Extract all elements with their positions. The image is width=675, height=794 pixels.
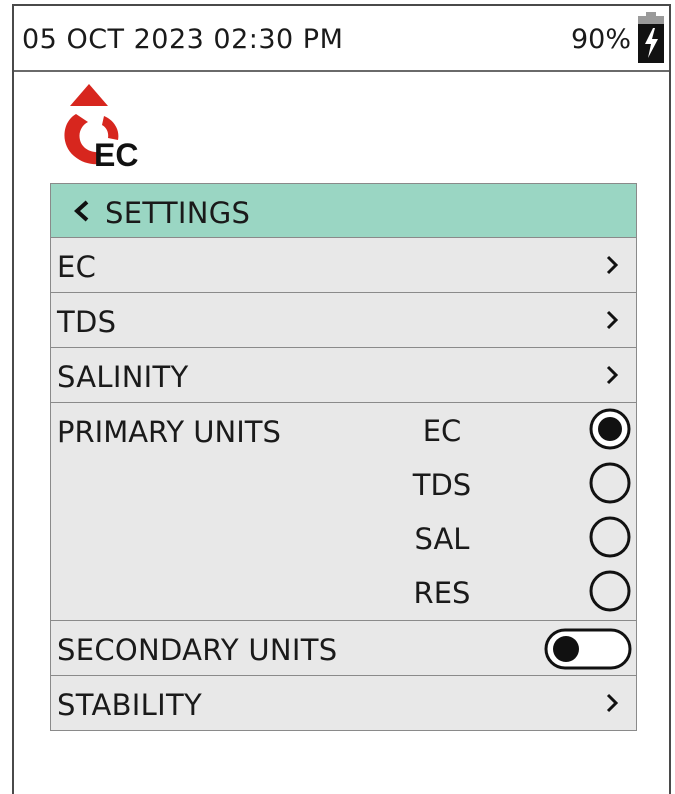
menu-item-label: SALINITY bbox=[57, 360, 189, 394]
primary-unit-option-ec[interactable]: EC bbox=[51, 403, 636, 457]
settings-header[interactable]: SETTINGS bbox=[50, 183, 637, 238]
menu-item-ec[interactable]: EC bbox=[50, 238, 637, 293]
menu-item-tds[interactable]: TDS bbox=[50, 293, 637, 348]
primary-unit-option-res[interactable]: RES bbox=[51, 565, 636, 619]
option-label: EC bbox=[422, 414, 462, 448]
logo-text: EC bbox=[94, 137, 138, 173]
status-bar: 05 OCT 2023 02:30 PM 90% bbox=[14, 6, 669, 72]
page-title: SETTINGS bbox=[105, 196, 251, 230]
settings-menu: SETTINGS EC TDS SALINITY PRIMARY UNITS E… bbox=[50, 183, 637, 731]
chevron-right-icon bbox=[606, 693, 619, 713]
radio-unselected-icon[interactable] bbox=[588, 461, 632, 505]
battery-charging-icon bbox=[638, 12, 664, 63]
chevron-right-icon bbox=[606, 255, 619, 275]
chevron-right-icon bbox=[606, 365, 619, 385]
menu-item-label: TDS bbox=[57, 305, 117, 339]
menu-item-label: STABILITY bbox=[57, 688, 202, 722]
menu-item-secondary-units: SECONDARY UNITS bbox=[50, 621, 637, 676]
menu-item-salinity[interactable]: SALINITY bbox=[50, 348, 637, 403]
radio-unselected-icon[interactable] bbox=[588, 515, 632, 559]
back-chevron-icon[interactable] bbox=[71, 198, 95, 224]
radio-unselected-icon[interactable] bbox=[588, 569, 632, 613]
device-screen: 05 OCT 2023 02:30 PM 90% EC SETTINGS EC … bbox=[12, 4, 671, 794]
primary-unit-option-sal[interactable]: SAL bbox=[51, 511, 636, 565]
primary-units-group: PRIMARY UNITS EC TDS SAL RES bbox=[50, 403, 637, 621]
menu-item-label: SECONDARY UNITS bbox=[57, 633, 338, 667]
ec-logo: EC bbox=[64, 84, 138, 173]
secondary-units-toggle[interactable] bbox=[544, 628, 632, 670]
menu-item-label: EC bbox=[57, 250, 97, 284]
option-label: SAL bbox=[414, 522, 470, 556]
primary-unit-option-tds[interactable]: TDS bbox=[51, 457, 636, 511]
battery-percent: 90% bbox=[570, 24, 631, 55]
option-label: TDS bbox=[412, 468, 472, 502]
status-datetime: 05 OCT 2023 02:30 PM bbox=[22, 24, 344, 55]
option-label: RES bbox=[413, 576, 471, 610]
chevron-right-icon bbox=[606, 310, 619, 330]
menu-item-stability[interactable]: STABILITY bbox=[50, 676, 637, 731]
radio-selected-icon[interactable] bbox=[588, 407, 632, 451]
